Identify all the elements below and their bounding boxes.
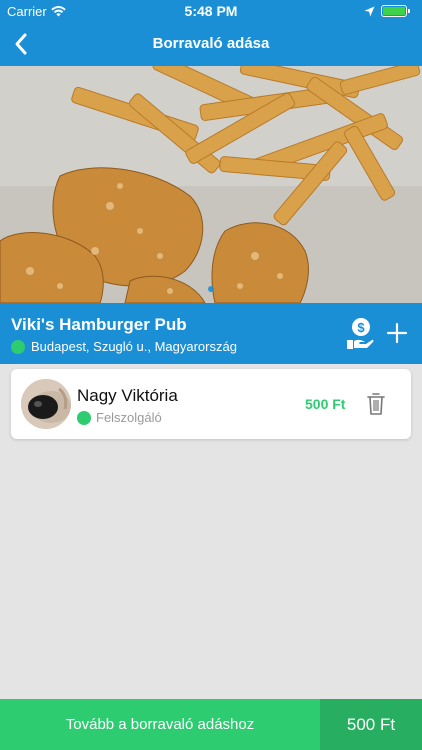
food-photo: [0, 66, 422, 303]
carousel-page-indicator: [0, 279, 422, 297]
status-dot-icon: [77, 410, 91, 425]
venue-address-text: Budapest, Szugló u., Magyarország: [31, 339, 237, 354]
venue-photo-carousel[interactable]: [0, 66, 422, 303]
venue-address: Budapest, Szugló u., Magyarország: [11, 339, 237, 354]
location-arrow-icon: [364, 5, 375, 20]
plus-icon[interactable]: [384, 320, 410, 346]
venue-header: Viki's Hamburger Pub Budapest, Szugló u.…: [0, 303, 422, 364]
total-amount: 500 Ft: [320, 699, 422, 750]
battery-icon: [381, 5, 407, 17]
battery-fill: [383, 7, 405, 15]
venue-name: Viki's Hamburger Pub: [11, 315, 187, 334]
trash-icon[interactable]: [366, 392, 386, 416]
staff-role-text: Felszolgáló: [96, 410, 162, 425]
continue-button[interactable]: Tovább a borravaló adáshoz: [0, 699, 320, 750]
staff-name: Nagy Viktória: [77, 386, 178, 405]
page-title: Borravaló adása: [152, 35, 270, 52]
money-hand-icon[interactable]: $: [346, 317, 374, 351]
bottom-action-bar: Tovább a borravaló adáshoz 500 Ft: [0, 699, 422, 750]
navigation-bar: Borravaló adása: [0, 22, 422, 66]
carousel-dot-active: [208, 286, 214, 292]
staff-card[interactable]: Nagy Viktória Felszolgáló 500 Ft: [11, 369, 411, 439]
tip-amount: 500 Ft: [305, 396, 346, 412]
status-time: 5:48 PM: [184, 3, 238, 19]
staff-avatar: [21, 379, 71, 429]
staff-role: Felszolgáló: [77, 410, 162, 425]
svg-text:$: $: [357, 320, 365, 335]
status-dot-icon: [11, 339, 25, 354]
status-bar: Carrier 5:48 PM: [0, 0, 422, 22]
battery-tip: [408, 9, 410, 13]
